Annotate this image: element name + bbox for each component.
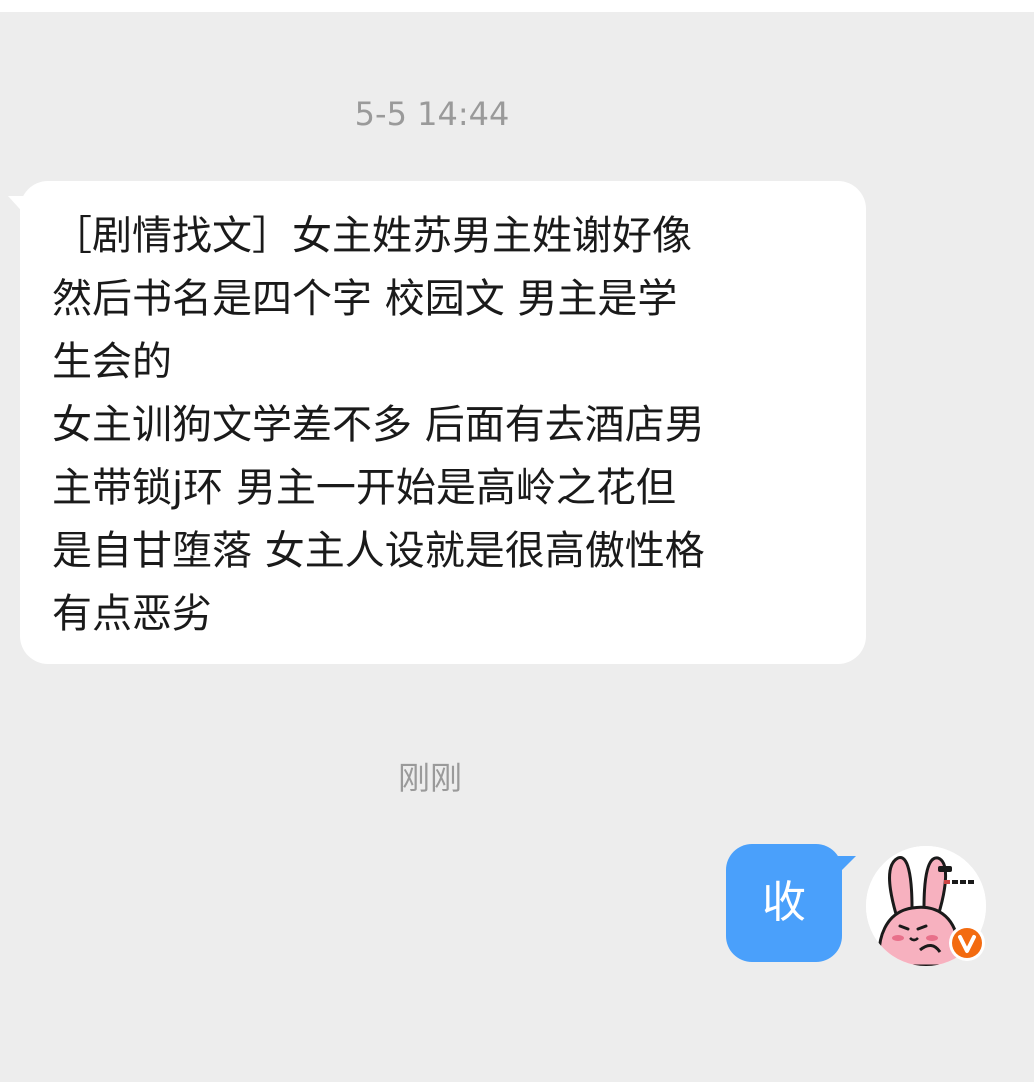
incoming-message-bubble[interactable]: ［剧情找文］女主姓苏男主姓谢好像 然后书名是四个字 校园文 男主是学 生会的 女…: [20, 181, 866, 664]
top-strip: [0, 0, 1034, 12]
outgoing-bubble-tail: [838, 856, 856, 874]
timestamp-label: 5-5 14:44: [354, 95, 510, 133]
outgoing-message-bubble[interactable]: 收: [726, 844, 842, 962]
verified-v-badge-icon: [949, 925, 985, 961]
outgoing-message-text: 收: [762, 877, 806, 928]
incoming-message-text: ［剧情找文］女主姓苏男主姓谢好像 然后书名是四个字 校园文 男主是学 生会的 女…: [52, 213, 705, 637]
timestamp-label: 刚刚: [397, 759, 462, 797]
